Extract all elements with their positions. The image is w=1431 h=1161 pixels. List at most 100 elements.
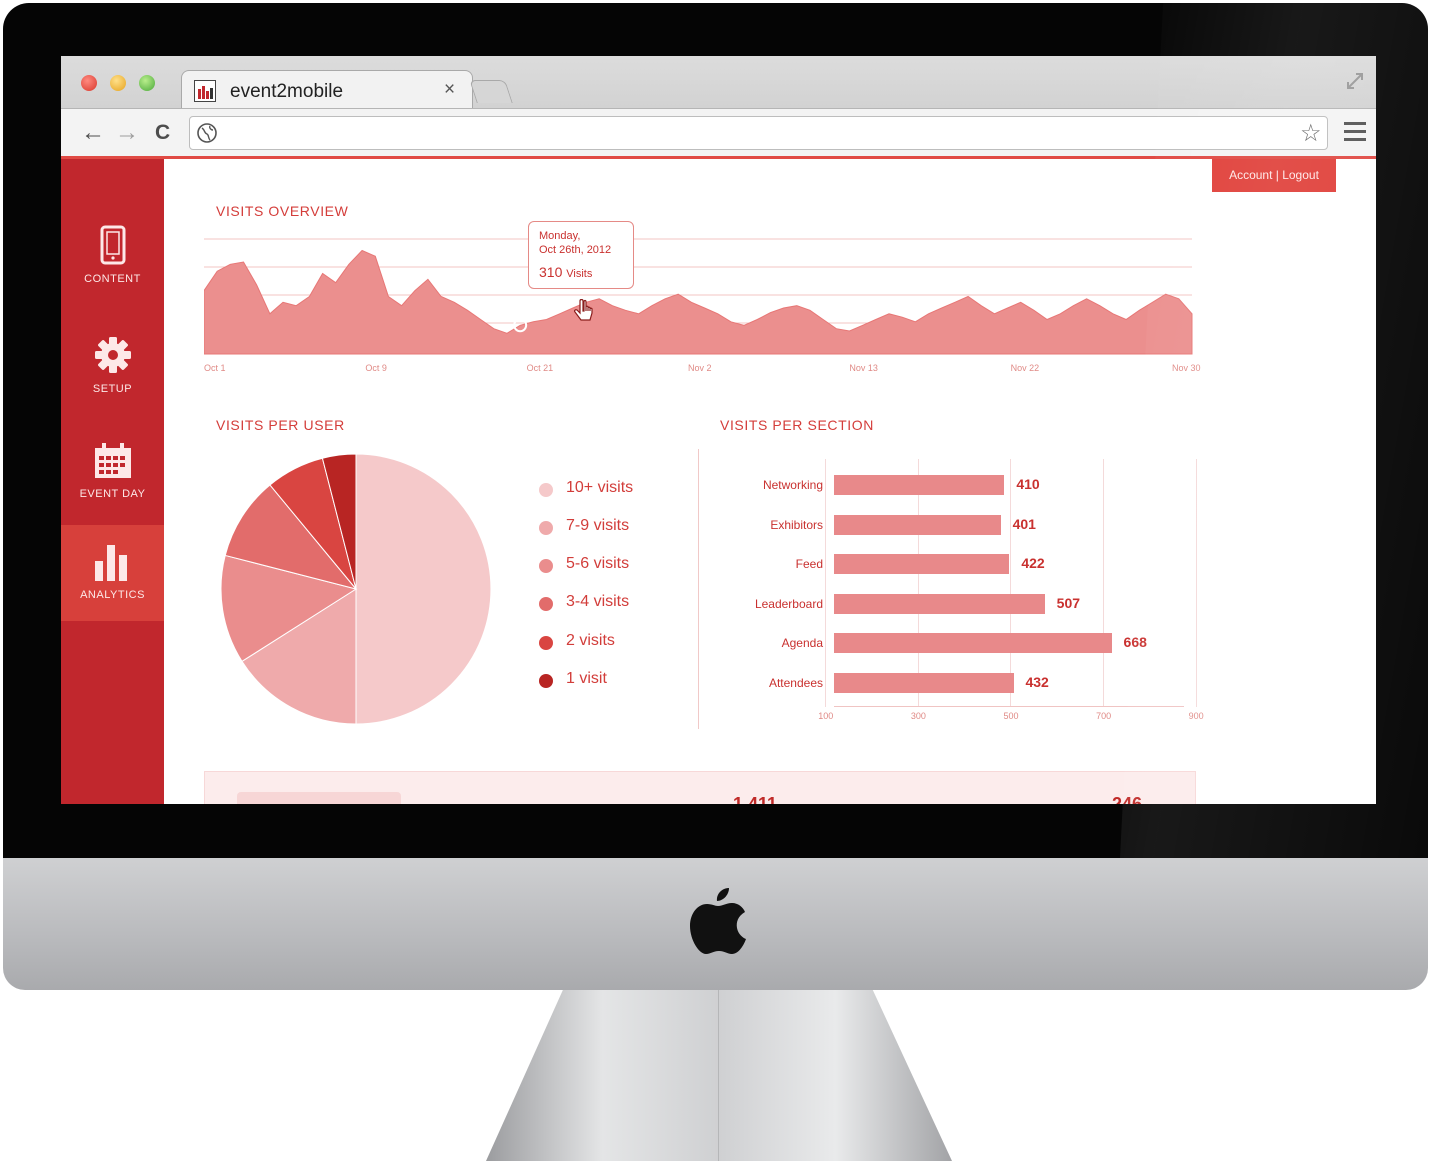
visits-overview-title: VISITS OVERVIEW — [216, 203, 349, 219]
bar-value-label: 507 — [1056, 594, 1081, 611]
sidebar-item-label: EVENT DAY — [79, 488, 146, 500]
bar-exhibitors[interactable] — [834, 514, 1001, 535]
summary-strip: 1,411 246 — [204, 771, 1196, 804]
stand-seam — [718, 990, 719, 1161]
bar-category-label: Feed — [795, 557, 823, 572]
tooltip-visits: 310 Visits — [539, 264, 592, 280]
tooltip-day: Monday, — [539, 230, 581, 242]
visits-area-series — [204, 249, 1193, 355]
bar-category-label: Attendees — [768, 676, 823, 690]
bar-agenda[interactable] — [834, 633, 1112, 654]
tab-close-icon[interactable]: × — [444, 79, 455, 101]
bar-grid-line — [1195, 459, 1197, 707]
back-button[interactable]: ← — [81, 119, 105, 147]
x-tick-label: Nov 30 — [1172, 363, 1201, 373]
x-tick-label: Oct 9 — [365, 363, 387, 373]
x-tick-label: Nov 13 — [849, 363, 878, 373]
browser-tab[interactable]: event2mobile × — [181, 70, 473, 109]
bar-x-axis — [834, 706, 1184, 707]
bookmark-star-icon[interactable]: ☆ — [1300, 119, 1322, 148]
legend-label: 3-4 visits — [566, 593, 630, 610]
bar-networking[interactable] — [834, 475, 1005, 495]
new-tab-button[interactable] — [469, 80, 513, 103]
x-tick-label: Nov 22 — [1011, 363, 1040, 373]
legend-label: 1 visit — [566, 670, 607, 687]
visits-per-section-title: VISITS PER SECTION — [720, 417, 874, 433]
bar-value-label: 432 — [1025, 674, 1049, 690]
screen: event2mobile × ← → C ☆ CONTENT SETUP EVE… — [61, 56, 1376, 804]
sidebar-item-event-day[interactable]: EVENT DAY — [61, 442, 164, 537]
legend-swatch — [539, 483, 553, 497]
bar-x-tick-label: 100 — [818, 711, 834, 721]
legend-label: 10+ visits — [566, 479, 634, 496]
section-divider — [698, 449, 699, 729]
tooltip-date: Oct 26th, 2012 — [539, 244, 612, 256]
maximize-window-button[interactable] — [139, 75, 155, 91]
phone-icon — [100, 225, 125, 265]
fullscreen-icon[interactable] — [1344, 70, 1366, 92]
bar-grid-line — [825, 459, 827, 707]
bar-value-label: 410 — [1016, 476, 1040, 492]
bar-grid-line — [1010, 459, 1012, 707]
sidebar-item-analytics[interactable]: ANALYTICS — [61, 525, 164, 621]
browser-titlebar: event2mobile × ← → C ☆ — [61, 56, 1376, 157]
bar-value-label: 668 — [1123, 634, 1147, 651]
sidebar-item-label: SETUP — [92, 383, 133, 395]
bar-value-label: 422 — [1021, 555, 1045, 572]
bar-chart-icon — [94, 545, 127, 581]
bar-feed[interactable] — [834, 554, 1010, 575]
hand-cursor-icon — [574, 299, 593, 321]
bar-x-tick-label: 500 — [1003, 711, 1019, 721]
favicon-icon — [194, 80, 216, 102]
sidebar: CONTENT SETUP EVENT DAY ANALYTICS — [61, 159, 164, 804]
address-bar[interactable]: ☆ — [189, 116, 1328, 150]
bar-category-label: Leaderboard — [754, 596, 823, 611]
bar-x-tick-label: 700 — [1096, 711, 1112, 721]
imac-stand — [486, 990, 952, 1161]
x-tick-label: Oct 1 — [204, 363, 226, 373]
sidebar-item-content[interactable]: CONTENT — [61, 225, 164, 320]
sidebar-item-label: ANALYTICS — [80, 589, 145, 601]
summary-value-2: 246 — [1112, 794, 1143, 804]
browser-toolbar: ← → C ☆ — [61, 108, 1376, 157]
bar-grid-line — [917, 459, 919, 707]
bar-attendees[interactable] — [834, 673, 1014, 693]
chart-tooltip: Monday, Oct 26th, 2012 310 Visits — [528, 221, 634, 289]
bar-x-tick-label: 300 — [910, 711, 926, 721]
x-tick-label: Oct 21 — [527, 363, 554, 373]
summary-tab[interactable] — [237, 792, 401, 804]
legend-label: 7-9 visits — [566, 517, 630, 534]
bar-x-tick-label: 900 — [1188, 711, 1204, 721]
bar-category-label: Exhibitors — [770, 517, 823, 532]
tab-title: event2mobile — [230, 81, 344, 102]
bar-grid-line — [1103, 459, 1105, 707]
globe-icon — [197, 123, 217, 143]
close-window-button[interactable] — [81, 75, 97, 91]
legend-swatch — [539, 521, 553, 535]
legend-swatch — [539, 597, 553, 611]
bar-category-label: Agenda — [781, 636, 823, 651]
browser-menu-icon[interactable] — [1344, 122, 1366, 142]
legend-label: 5-6 visits — [566, 555, 630, 572]
gear-icon — [94, 337, 131, 373]
visits-overview-chart: Oct 1 Oct 9 Oct 21 Nov 2 Nov 13 Nov 22 Nov 30 — [204, 238, 1201, 373]
apple-logo-icon — [690, 888, 746, 954]
analytics-main: Account | Logout VISITS OVERVIEW Oct 1 Oc… — [164, 159, 1376, 804]
visits-per-user-title: VISITS PER USER — [216, 417, 345, 433]
legend-swatch — [539, 559, 553, 573]
reload-button[interactable]: C — [155, 121, 170, 145]
bar-value-label: 401 — [1012, 515, 1036, 532]
legend-swatch — [539, 674, 553, 688]
legend-swatch — [539, 636, 553, 650]
forward-button[interactable]: → — [115, 119, 139, 147]
account-logout-button[interactable]: Account | Logout — [1212, 159, 1336, 192]
sidebar-item-setup[interactable]: SETUP — [61, 335, 164, 430]
pie-slice-10-visits[interactable] — [355, 453, 492, 725]
bar-category-label: Networking — [762, 478, 823, 492]
calendar-icon — [94, 443, 131, 478]
minimize-window-button[interactable] — [110, 75, 126, 91]
sidebar-item-label: CONTENT — [84, 273, 141, 285]
legend-label: 2 visits — [566, 632, 615, 649]
bar-leaderboard[interactable] — [834, 593, 1045, 614]
x-tick-label: Nov 2 — [688, 363, 712, 373]
